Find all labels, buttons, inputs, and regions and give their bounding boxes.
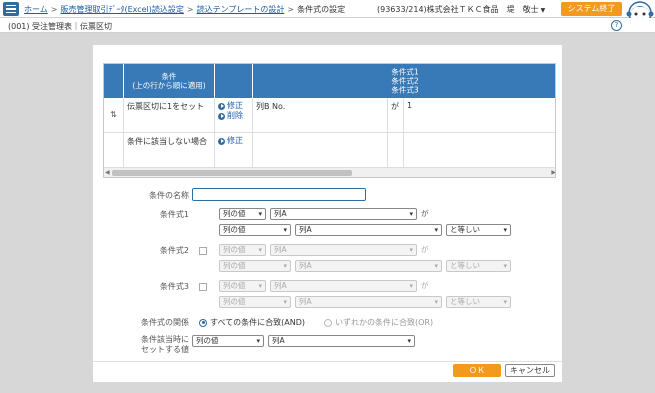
play-icon bbox=[218, 137, 225, 145]
edit-label: 修正 bbox=[227, 101, 243, 110]
breadcrumb: ホーム > 販売管理取引ﾃﾞｰﾀ(Excel)読込設定 > 読込テンプレートの設計 > 条件… bbox=[24, 5, 346, 14]
expr3-label: 条件式3 bbox=[159, 282, 189, 291]
set-value-type-select[interactable]: 列の値 bbox=[192, 335, 264, 347]
cancel-button[interactable]: キャンセル bbox=[505, 364, 555, 377]
expr1-value-type-select[interactable]: 列の値 bbox=[219, 224, 291, 236]
scroll-left-icon[interactable]: ◀ bbox=[105, 169, 110, 176]
row-condition: 条件に該当しない場合 bbox=[124, 133, 215, 168]
table-row[interactable]: ⇅ 伝票区切に1をセット 修正 削除 列B No. が 1 bbox=[104, 98, 555, 133]
grid-header-expr: 条件式1 条件式2 条件式3 bbox=[253, 64, 555, 98]
relation-or-label: いずれかの条件に合致(OR) bbox=[335, 318, 434, 327]
expr2-checkbox[interactable] bbox=[199, 247, 207, 255]
chevron-down-icon: ▼ bbox=[540, 7, 546, 14]
relation-and-label: すべての条件に合致(AND) bbox=[210, 318, 305, 327]
expr3-type-select[interactable]: 列の値 bbox=[219, 280, 266, 292]
breadcrumb-current: 条件式の設定 bbox=[297, 5, 346, 14]
page-title: (001) 受注管理表｜伝票区切 bbox=[8, 22, 113, 31]
ok-button[interactable]: ＯＫ bbox=[453, 364, 501, 377]
radio-selected-icon bbox=[199, 318, 207, 327]
edit-link[interactable]: 修正 bbox=[218, 101, 249, 111]
expr3-value-column-select[interactable]: 列A bbox=[295, 296, 442, 308]
row-value: 1 bbox=[407, 101, 413, 110]
expr2-column-select[interactable]: 列A bbox=[270, 244, 417, 256]
delete-link[interactable]: 削除 bbox=[218, 111, 249, 121]
sub-header: (001) 受注管理表｜伝票区切 ? bbox=[0, 18, 655, 33]
breadcrumb-template[interactable]: 読込テンプレートの設計 bbox=[197, 5, 285, 14]
scroll-thumb[interactable] bbox=[112, 170, 352, 176]
condition-grid: 条件 (上の行から順に適用) 条件式1 条件式2 条件式3 ⇅ 伝票区切に1をセ… bbox=[103, 63, 556, 178]
relation-and-radio[interactable]: すべての条件に合致(AND) bbox=[199, 317, 305, 328]
expr2-type-select[interactable]: 列の値 bbox=[219, 244, 266, 256]
condition-name-input[interactable] bbox=[192, 188, 366, 201]
expr3-ga: が bbox=[421, 281, 429, 290]
expr1-ga: が bbox=[421, 209, 429, 218]
expr1-value-column-select[interactable]: 列A bbox=[295, 224, 442, 236]
row-actions: 修正 bbox=[215, 133, 253, 168]
set-value-column-select[interactable]: 列A bbox=[268, 335, 415, 347]
radio-unselected-icon bbox=[324, 318, 332, 327]
grid-header-handle bbox=[104, 64, 124, 98]
user-menu[interactable]: (93633/214)株式会社ＴＫＣ食品 堤 敬士 ▼ bbox=[377, 4, 545, 15]
row-operator: が bbox=[388, 98, 404, 132]
breadcrumb-settings[interactable]: 販売管理取引ﾃﾞｰﾀ(Excel)読込設定 bbox=[60, 5, 183, 14]
row-handle-empty bbox=[104, 133, 124, 168]
drag-handle-icon[interactable]: ⇅ bbox=[104, 98, 124, 132]
scroll-right-icon[interactable]: ▶ bbox=[551, 169, 555, 176]
delete-label: 削除 bbox=[227, 111, 243, 120]
set-value-label: 条件該当時に セットする値 bbox=[93, 335, 189, 355]
help-icon[interactable]: ? bbox=[611, 20, 622, 31]
row-condition: 伝票区切に1をセット bbox=[124, 98, 215, 132]
expr3-column-select[interactable]: 列A bbox=[270, 280, 417, 292]
relation-or-radio[interactable]: いずれかの条件に合致(OR) bbox=[324, 317, 433, 328]
condition-dialog: 条件 (上の行から順に適用) 条件式1 条件式2 条件式3 ⇅ 伝票区切に1をセ… bbox=[93, 45, 562, 382]
relation-label: 条件式の関係 bbox=[141, 318, 189, 327]
row-operator bbox=[388, 133, 404, 168]
expr3-operator-select[interactable]: と等しい bbox=[446, 296, 511, 308]
dialog-footer-divider bbox=[93, 361, 562, 362]
expr2-operator-select[interactable]: と等しい bbox=[446, 260, 511, 272]
grid-header-actions bbox=[215, 64, 253, 98]
expr1-label: 条件式1 bbox=[159, 210, 189, 219]
play-icon bbox=[218, 112, 225, 120]
user-name: (93633/214)株式会社ＴＫＣ食品 堤 敬士 bbox=[377, 5, 539, 14]
expr1-type-select[interactable]: 列の値 bbox=[219, 208, 266, 220]
expr2-value-type-select[interactable]: 列の値 bbox=[219, 260, 291, 272]
expr2-ga: が bbox=[421, 245, 429, 254]
edit-link[interactable]: 修正 bbox=[218, 136, 249, 146]
expr1-operator-select[interactable]: と等しい bbox=[446, 224, 511, 236]
set-value-label-line2: セットする値 bbox=[141, 345, 189, 354]
play-icon bbox=[218, 102, 225, 110]
name-label: 条件の名称 bbox=[149, 191, 189, 200]
top-header: ホーム > 販売管理取引ﾃﾞｰﾀ(Excel)読込設定 > 読込テンプレートの設計 > 条件… bbox=[0, 0, 655, 25]
row-column bbox=[253, 133, 388, 168]
grid-header-condition: 条件 (上の行から順に適用) bbox=[124, 64, 215, 98]
breadcrumb-home[interactable]: ホーム bbox=[24, 5, 48, 14]
set-value-label-line1: 条件該当時に bbox=[141, 335, 189, 344]
expr1-column-select[interactable]: 列A bbox=[270, 208, 417, 220]
menu-icon[interactable] bbox=[3, 2, 19, 16]
expr2-value-column-select[interactable]: 列A bbox=[295, 260, 442, 272]
expr2-label: 条件式2 bbox=[159, 246, 189, 255]
row-value bbox=[404, 133, 555, 168]
table-row[interactable]: 条件に該当しない場合 修正 bbox=[104, 133, 555, 168]
row-actions: 修正 削除 bbox=[215, 98, 253, 132]
expr3-value-type-select[interactable]: 列の値 bbox=[219, 296, 291, 308]
edit-label: 修正 bbox=[227, 136, 243, 145]
horizontal-scrollbar[interactable]: ◀ ▶ bbox=[104, 167, 555, 177]
expr3-checkbox[interactable] bbox=[199, 283, 207, 291]
row-column: 列B No. bbox=[253, 98, 388, 132]
system-end-button[interactable]: システム終了 bbox=[561, 2, 622, 16]
